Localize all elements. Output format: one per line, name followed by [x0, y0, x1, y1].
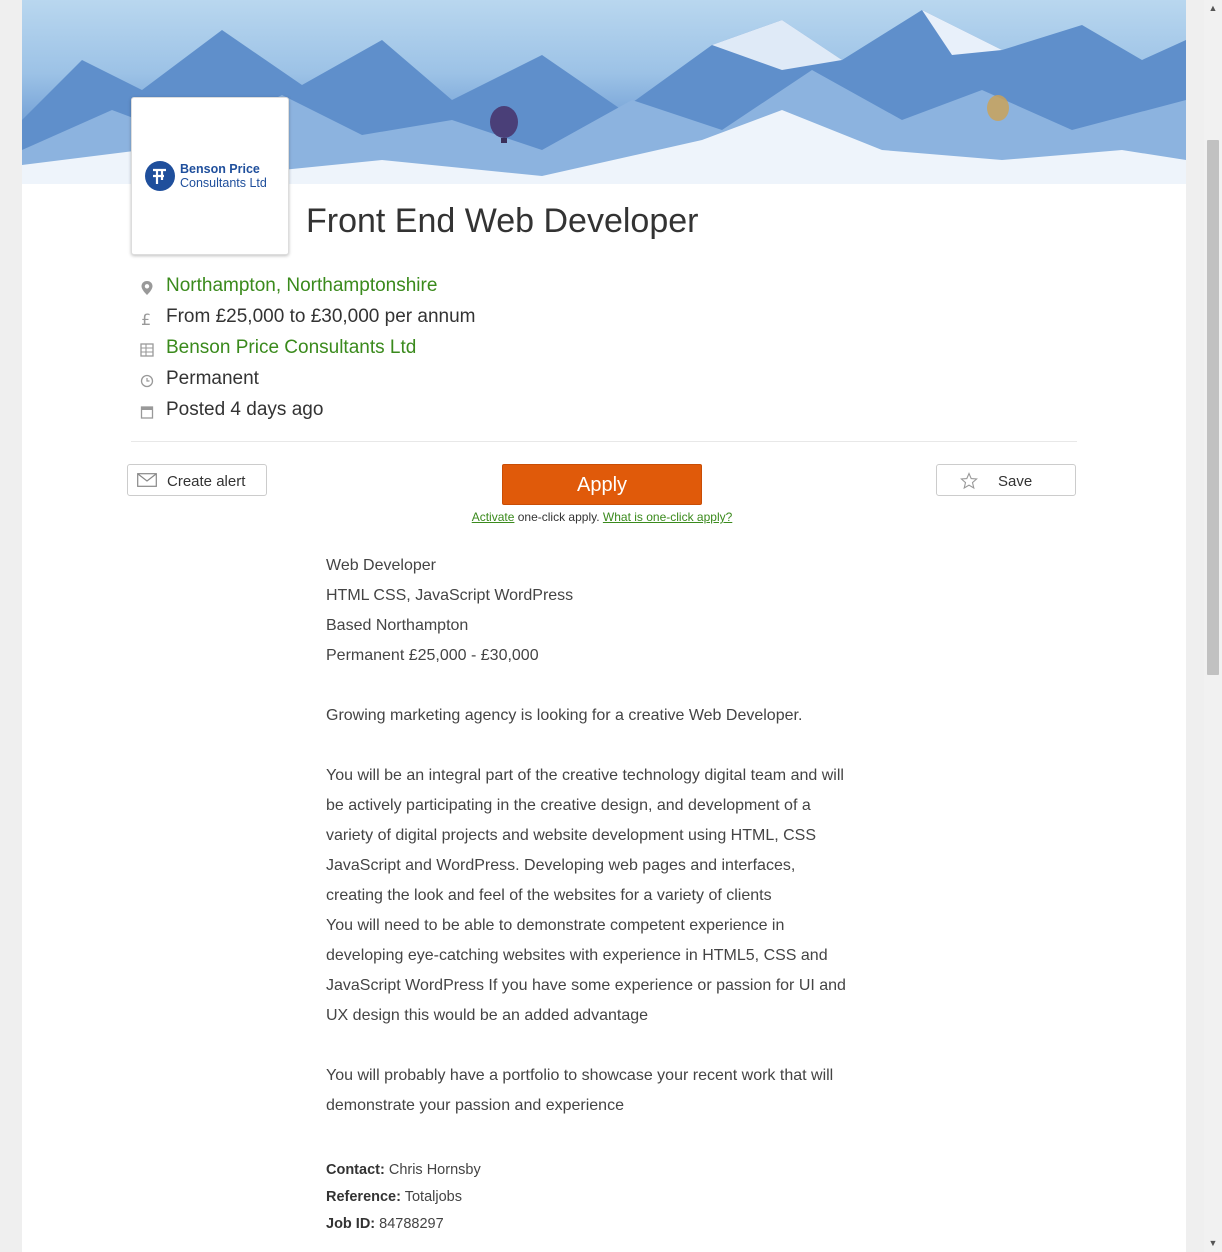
pound-icon: £ — [141, 311, 151, 327]
description-line: JavaScript and WordPress. Developing web… — [326, 857, 796, 874]
scroll-up-arrow-icon[interactable]: ▲ — [1204, 0, 1222, 17]
reference-value: Totaljobs — [400, 1189, 462, 1205]
company-logo-card[interactable]: Benson Price Consultants Ltd — [131, 97, 289, 255]
job-meta-info: Contact: Chris Hornsby Reference: Totalj… — [326, 1157, 481, 1238]
description-line: You will probably have a portfolio to sh… — [326, 1067, 834, 1084]
job-id-value: 84788297 — [375, 1216, 444, 1232]
description-line: You will be an integral part of the crea… — [326, 767, 844, 784]
job-facts-list: Northampton, Northamptonshire £ From £25… — [139, 272, 839, 427]
description-line: You will need to be able to demonstrate … — [326, 917, 785, 934]
map-pin-icon — [141, 281, 153, 295]
description-line: be actively participating in the creativ… — [326, 797, 811, 814]
contact-label: Contact: — [326, 1162, 385, 1178]
job-salary-row: £ From £25,000 to £30,000 per annum — [139, 303, 839, 334]
description-line: UX design this would be an added advanta… — [326, 1007, 649, 1024]
building-icon — [140, 343, 154, 357]
one-click-apply-note: Activate one-click apply. What is one-cl… — [402, 510, 802, 524]
job-type-row: Permanent — [139, 365, 839, 396]
star-icon — [960, 472, 978, 490]
save-label: Save — [998, 473, 1033, 490]
job-description: Web Developer HTML CSS, JavaScript WordP… — [326, 551, 896, 1121]
svg-text:£: £ — [141, 311, 151, 327]
job-posted-date: Posted 4 days ago — [166, 399, 324, 420]
description-line: creating the look and feel of the websit… — [326, 887, 772, 904]
job-company-row: Benson Price Consultants Ltd — [139, 334, 839, 365]
scroll-down-arrow-icon[interactable]: ▼ — [1204, 1235, 1222, 1252]
calendar-icon — [140, 406, 154, 419]
what-is-one-click-link[interactable]: What is one-click apply? — [603, 510, 732, 524]
contact-row: Contact: Chris Hornsby — [326, 1157, 481, 1184]
job-id-label: Job ID: — [326, 1216, 376, 1232]
job-type: Permanent — [166, 368, 259, 389]
save-job-button[interactable]: Save — [936, 464, 1076, 496]
description-line: demonstrate your passion and experience — [326, 1097, 624, 1114]
clock-icon — [140, 374, 154, 388]
description-line: JavaScript WordPress If you have some ex… — [326, 977, 846, 994]
contact-value: Chris Hornsby — [384, 1162, 481, 1178]
description-line: Permanent £25,000 - £30,000 — [326, 647, 539, 664]
vertical-scrollbar[interactable]: ▲ ▼ — [1204, 0, 1222, 1252]
create-alert-button[interactable]: Create alert — [127, 464, 267, 496]
job-posted-row: Posted 4 days ago — [139, 396, 839, 427]
envelope-icon — [137, 473, 157, 487]
job-title: Front End Web Developer — [306, 202, 699, 240]
section-divider — [131, 441, 1077, 442]
job-company-link[interactable]: Benson Price Consultants Ltd — [166, 337, 416, 359]
benson-price-logo-icon — [145, 161, 175, 191]
job-location-row: Northampton, Northamptonshire — [139, 272, 839, 303]
scrollbar-thumb[interactable] — [1207, 140, 1219, 675]
description-line: developing eye-catching websites with ex… — [326, 947, 828, 964]
description-line: Based Northampton — [326, 617, 469, 634]
one-click-text: one-click apply. — [514, 510, 603, 524]
description-line: Web Developer — [326, 557, 436, 574]
job-id-row: Job ID: 84788297 — [326, 1211, 481, 1238]
company-logo-text: Benson Price Consultants Ltd — [180, 162, 284, 190]
reference-label: Reference: — [326, 1189, 401, 1205]
activate-link[interactable]: Activate — [472, 510, 515, 524]
description-line: HTML CSS, JavaScript WordPress — [326, 587, 574, 604]
logo-line-1: Benson Price — [180, 162, 260, 176]
logo-line-2: Consultants Ltd — [180, 176, 267, 190]
description-line: variety of digital projects and website … — [326, 827, 817, 844]
create-alert-label: Create alert — [167, 473, 246, 490]
reference-row: Reference: Totaljobs — [326, 1184, 481, 1211]
description-paragraph: Growing marketing agency is looking for … — [326, 707, 803, 724]
job-page: Benson Price Consultants Ltd Front End W… — [22, 0, 1186, 1252]
job-location-link[interactable]: Northampton, Northamptonshire — [166, 275, 437, 297]
apply-button[interactable]: Apply — [502, 464, 702, 505]
job-salary: From £25,000 to £30,000 per annum — [166, 306, 476, 327]
